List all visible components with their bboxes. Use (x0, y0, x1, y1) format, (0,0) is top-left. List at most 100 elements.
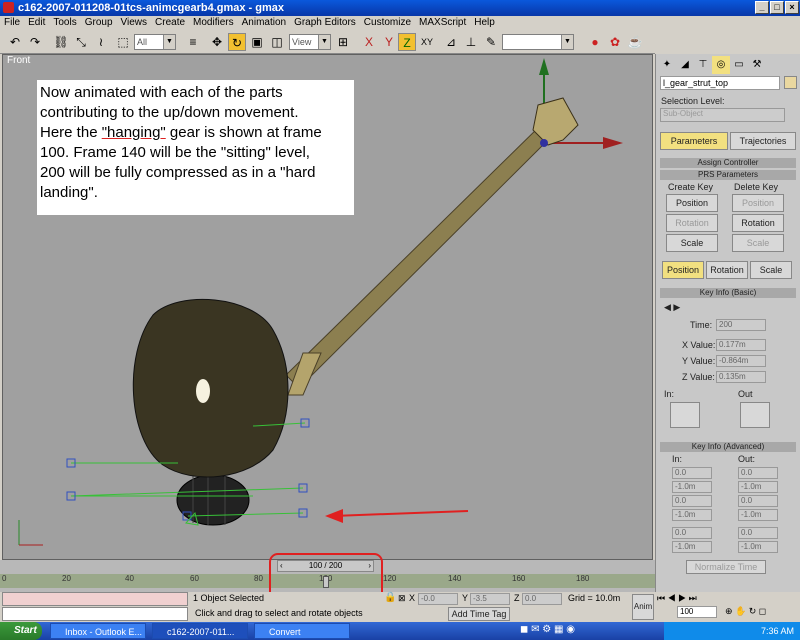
x-value-field[interactable]: 0.177m (716, 339, 766, 351)
constrain-xy-icon[interactable]: XY (418, 33, 436, 51)
adv-z-out-speed[interactable]: -1.0m (738, 541, 778, 553)
menu-create[interactable]: Create (151, 16, 189, 30)
modify-tab-icon[interactable]: ◢ (676, 56, 694, 74)
clock[interactable]: 7:36 AM (761, 626, 794, 636)
adv-x-in-field[interactable]: 0.0 (672, 467, 712, 479)
undo-icon[interactable]: ↶ (6, 33, 24, 51)
position-mode-button[interactable]: Position (662, 261, 704, 279)
rotate-icon[interactable]: ↻ (228, 33, 246, 51)
close-button[interactable]: × (785, 1, 799, 14)
bind-icon[interactable]: ≀ (92, 33, 110, 51)
out-tangent-button[interactable] (740, 402, 770, 428)
maximize-button[interactable]: □ (770, 1, 784, 14)
menu-animation[interactable]: Animation (238, 16, 290, 30)
delete-position-key-button[interactable]: Position (732, 194, 784, 212)
create-rotation-key-button[interactable]: Rotation (666, 214, 718, 232)
lock-icon[interactable]: 🔒 (384, 592, 396, 603)
sub-object-dropdown[interactable]: Sub-Object (660, 108, 785, 122)
squash-icon[interactable]: ◫ (268, 33, 286, 51)
quick-render-icon[interactable]: ☕ (626, 33, 644, 51)
object-name-field[interactable]: l_gear_strut_top (660, 76, 780, 90)
constrain-z-icon[interactable]: Z (398, 33, 416, 51)
adv-y-out-field[interactable]: 0.0 (738, 495, 778, 507)
menu-modifiers[interactable]: Modifiers (189, 16, 238, 30)
maxscript-listener[interactable] (2, 592, 188, 606)
rotation-mode-button[interactable]: Rotation (706, 261, 748, 279)
constrain-x-icon[interactable]: X (360, 33, 378, 51)
snap-icon[interactable]: ✎ (482, 33, 500, 51)
animate-button[interactable]: Anim (632, 594, 654, 620)
start-button[interactable]: Start (0, 622, 42, 640)
menu-views[interactable]: Views (117, 16, 152, 30)
delete-rotation-key-button[interactable]: Rotation (732, 214, 784, 232)
named-selection-dropdown[interactable]: ▼ (502, 34, 574, 50)
adv-z-out-field[interactable]: 0.0 (738, 527, 778, 539)
normalize-time-button[interactable]: Normalize Time (686, 560, 766, 574)
adv-z-in-field[interactable]: 0.0 (672, 527, 712, 539)
hierarchy-tab-icon[interactable]: ⊤ (694, 56, 712, 74)
assign-controller-rollout[interactable]: Assign Controller (660, 158, 796, 168)
create-scale-key-button[interactable]: Scale (666, 234, 718, 252)
absolute-mode-icon[interactable]: ⊠ (398, 593, 406, 604)
selection-filter-dropdown[interactable]: All ▼ (134, 34, 176, 50)
y-value-field[interactable]: -0.864m (716, 355, 766, 367)
adv-z-in-speed[interactable]: -1.0m (672, 541, 712, 553)
create-position-key-button[interactable]: Position (666, 194, 718, 212)
front-viewport[interactable]: Front Now animated with each of the part… (2, 54, 653, 560)
unlink-icon[interactable]: ⤡ (72, 33, 90, 51)
menu-group[interactable]: Group (81, 16, 117, 30)
menu-tools[interactable]: Tools (49, 16, 80, 30)
parameters-tab[interactable]: Parameters (660, 132, 728, 150)
utilities-tab-icon[interactable]: ⚒ (748, 56, 766, 74)
adv-x-out-speed[interactable]: -1.0m (738, 481, 778, 493)
menu-customize[interactable]: Customize (360, 16, 415, 30)
ref-coord-dropdown[interactable]: View ▼ (289, 34, 331, 50)
adv-y-in-field[interactable]: 0.0 (672, 495, 712, 507)
quick-launch-icons[interactable]: ◼ ✉ ⚙ ▦ ◉ (520, 624, 575, 635)
material-editor-icon[interactable]: ● (586, 33, 604, 51)
menu-edit[interactable]: Edit (24, 16, 49, 30)
delete-scale-key-button[interactable]: Scale (732, 234, 784, 252)
move-icon[interactable]: ✥ (208, 33, 226, 51)
task-convert[interactable]: Convert (254, 623, 350, 639)
menu-help[interactable]: Help (470, 16, 499, 30)
minimize-button[interactable]: _ (755, 1, 769, 14)
adv-y-out-speed[interactable]: -1.0m (738, 509, 778, 521)
scale-icon[interactable]: ▣ (248, 33, 266, 51)
adv-y-in-speed[interactable]: -1.0m (672, 509, 712, 521)
add-time-tag-button[interactable]: Add Time Tag (448, 607, 510, 621)
key-info-basic-rollout[interactable]: Key Info (Basic) (660, 288, 796, 298)
key-info-advanced-rollout[interactable]: Key Info (Advanced) (660, 442, 796, 452)
link-icon[interactable]: ⛓ (52, 33, 70, 51)
prs-parameters-rollout[interactable]: PRS Parameters (660, 170, 796, 180)
align-icon[interactable]: ⊥ (462, 33, 480, 51)
adv-x-out-field[interactable]: 0.0 (738, 467, 778, 479)
adv-x-in-speed[interactable]: -1.0m (672, 481, 712, 493)
mirror-icon[interactable]: ⊿ (442, 33, 460, 51)
prev-key-icon[interactable]: ◀ ▶ (664, 302, 680, 313)
maxscript-output[interactable] (2, 607, 188, 621)
display-tab-icon[interactable]: ▭ (730, 56, 748, 74)
time-field[interactable]: 200 (716, 319, 766, 331)
in-tangent-button[interactable] (670, 402, 700, 428)
object-color-swatch[interactable] (784, 76, 797, 89)
task-gmax[interactable]: c162-2007-011... (152, 623, 248, 639)
menu-graph-editors[interactable]: Graph Editors (290, 16, 360, 30)
menu-file[interactable]: File (0, 16, 24, 30)
viewport-nav-icons[interactable]: ⊕ ✋ ↻ ◻ (725, 606, 766, 617)
select-by-name-icon[interactable]: ≡ (184, 33, 202, 51)
render-icon[interactable]: ✿ (606, 33, 624, 51)
trajectories-tab[interactable]: Trajectories (730, 132, 796, 150)
x-coord-field[interactable]: -0.0 (418, 593, 458, 605)
select-icon[interactable]: ⬚ (114, 33, 132, 51)
pivot-icon[interactable]: ⊞ (334, 33, 352, 51)
current-frame-field[interactable]: 100 (677, 606, 717, 618)
z-value-field[interactable]: 0.135m (716, 371, 766, 383)
menu-maxscript[interactable]: MAXScript (415, 16, 470, 30)
y-coord-field[interactable]: -3.5 (470, 593, 510, 605)
z-coord-field[interactable]: 0.0 (522, 593, 562, 605)
constrain-y-icon[interactable]: Y (380, 33, 398, 51)
create-tab-icon[interactable]: ✦ (658, 56, 676, 74)
redo-icon[interactable]: ↷ (26, 33, 44, 51)
key-mode-icon[interactable]: ⏮ ◀ ▶ ⏭ (657, 593, 697, 604)
